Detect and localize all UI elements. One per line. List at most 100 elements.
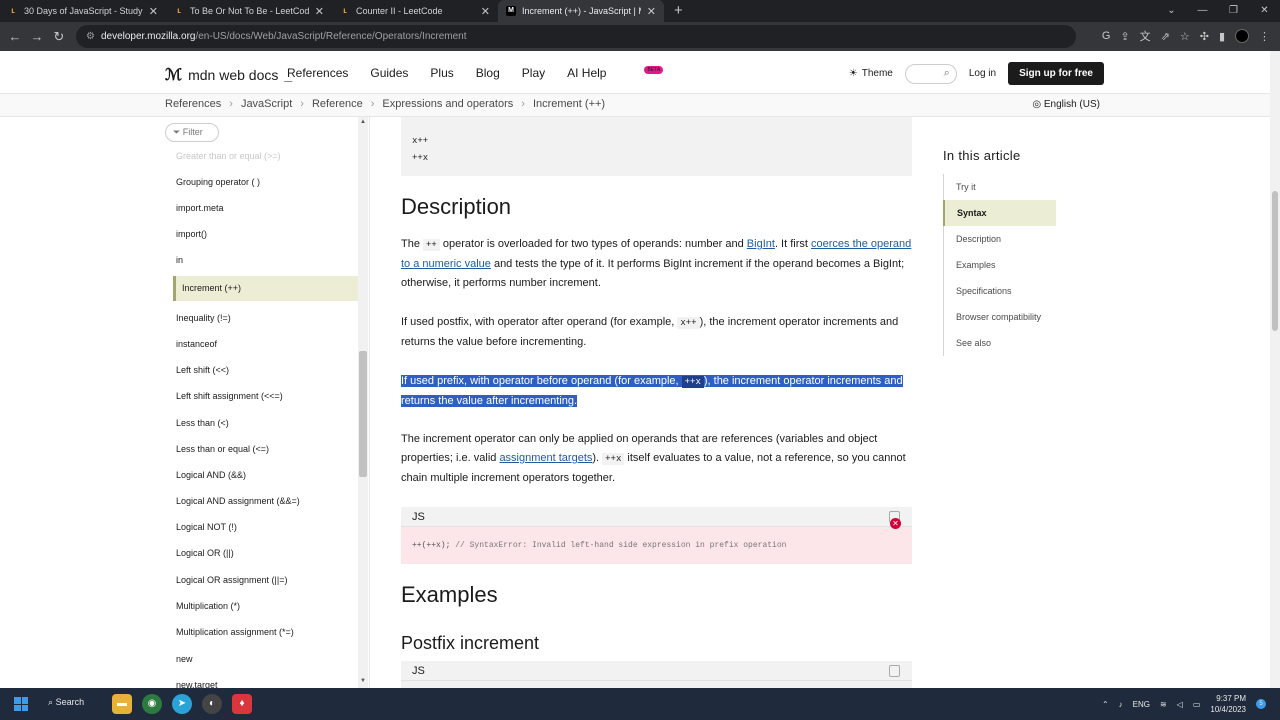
sidebar-item[interactable]: Logical OR assignment (||=) [176, 575, 287, 585]
theme-button[interactable]: ☀ Theme [849, 68, 893, 79]
toc-item[interactable]: Try it [944, 174, 1056, 200]
sidebar-item[interactable]: new [176, 654, 193, 664]
close-tab-icon[interactable]: ✕ [647, 5, 656, 18]
sidebar-item[interactable]: Logical OR (||) [176, 548, 234, 558]
notification-badge[interactable]: 5 [1256, 699, 1266, 709]
bookmark-star-icon[interactable]: ☆ [1180, 30, 1190, 43]
sidebar-item[interactable]: Inequality (!=) [176, 313, 231, 323]
toc-item[interactable]: Description [944, 226, 1056, 252]
sidebar-item[interactable]: import.meta [176, 203, 224, 213]
toc-item[interactable]: See also [944, 330, 1056, 356]
tab-to-be-or-not[interactable]: ʟ To Be Or Not To Be - LeetCode ✕ [166, 0, 332, 22]
sidebar-item[interactable]: Left shift (<<) [176, 365, 229, 375]
share-icon[interactable]: ⇪ [1120, 30, 1129, 43]
copy-icon[interactable] [889, 665, 900, 677]
crumb-references[interactable]: References [165, 98, 221, 110]
crumb-increment[interactable]: Increment (++) [533, 98, 605, 110]
close-tab-icon[interactable]: ✕ [315, 5, 324, 18]
signup-button[interactable]: Sign up for free [1008, 62, 1104, 85]
sidebar-item-active[interactable]: Increment (++) [173, 276, 358, 301]
sidebar-item[interactable]: Logical NOT (!) [176, 522, 237, 532]
translate-icon[interactable]: 文 [1140, 28, 1151, 44]
new-tab-button[interactable]: + [664, 0, 693, 22]
restore-icon[interactable]: ❐ [1218, 0, 1249, 22]
nav-references[interactable]: References [287, 66, 348, 80]
tab-increment-mdn[interactable]: M Increment (++) - JavaScript | MD ✕ [498, 0, 664, 22]
page-scroll-thumb[interactable] [1272, 191, 1278, 331]
taskbar-search[interactable]: ⌕ Search [48, 697, 84, 708]
toc-item-active[interactable]: Syntax [943, 200, 1056, 226]
telegram-icon[interactable]: ➤ [172, 694, 192, 714]
github-desktop-icon[interactable]: ◐ [202, 694, 222, 714]
sidebar-scroll-thumb[interactable] [359, 351, 367, 477]
filter-input[interactable]: ⏷ Filter [165, 123, 219, 142]
search-input[interactable]: ⌕ [904, 63, 957, 84]
forward-icon[interactable]: → [26, 29, 48, 44]
side-panel-icon[interactable]: ▮ [1219, 30, 1225, 43]
assignment-targets-link[interactable]: assignment targets [499, 452, 592, 464]
tab-search-icon[interactable]: ⌄ [1156, 0, 1187, 22]
crumb-reference[interactable]: Reference [312, 98, 363, 110]
sidebar-item[interactable]: import() [176, 229, 207, 239]
mdn-icon: M [506, 6, 516, 16]
chevron-up-icon[interactable]: ⌃ [1102, 700, 1109, 709]
url-input[interactable]: ⚙ developer.mozilla.org/en-US/docs/Web/J… [76, 25, 1076, 48]
sidebar-item[interactable]: Left shift assignment (<<=) [176, 391, 283, 401]
sidebar-item[interactable]: Greater than or equal (>=) [176, 151, 281, 161]
language-selector[interactable]: ◎ English (US) [1032, 99, 1100, 110]
sidebar-item[interactable]: Logical AND (&&) [176, 470, 246, 480]
windows-start-icon[interactable] [14, 697, 28, 711]
sidebar-scrollbar[interactable]: ▲ ▼ [358, 117, 368, 688]
battery-icon[interactable]: ▭ [1193, 700, 1201, 709]
site-info-icon[interactable]: ⚙ [86, 31, 95, 42]
sidebar-item[interactable]: Multiplication assignment (*=) [176, 627, 294, 637]
close-tab-icon[interactable]: ✕ [149, 5, 158, 18]
microphone-icon[interactable]: ♪ [1119, 700, 1123, 709]
error-code: ++(++x); // SyntaxError: Invalid left-ha… [401, 527, 912, 564]
chrome-icon[interactable]: ◉ [142, 694, 162, 714]
sidebar-item[interactable]: Grouping operator ( ) [176, 177, 260, 187]
nav-plus[interactable]: Plus [430, 66, 453, 80]
page-scrollbar[interactable] [1270, 51, 1280, 688]
nav-guides[interactable]: Guides [370, 66, 408, 80]
volume-icon[interactable]: ◁ [1177, 700, 1183, 709]
wifi-icon[interactable]: ≋ [1160, 700, 1167, 709]
bigint-link[interactable]: BigInt [747, 238, 775, 250]
input-language[interactable]: ENG [1133, 700, 1150, 709]
google-icon[interactable]: G [1102, 30, 1111, 42]
extensions-puzzle-icon[interactable]: ✣ [1200, 30, 1209, 43]
tab-study-plan[interactable]: ʟ 30 Days of JavaScript - Study Pl ✕ [0, 0, 166, 22]
sidebar-item[interactable]: instanceof [176, 339, 217, 349]
login-button[interactable]: Log in [969, 68, 996, 79]
nav-blog[interactable]: Blog [476, 66, 500, 80]
toc-item[interactable]: Browser compatibility [944, 304, 1056, 330]
sidebar-item[interactable]: in [176, 255, 183, 265]
sidebar-item[interactable]: Logical AND assignment (&&=) [176, 496, 300, 506]
sidebar-item[interactable]: Less than or equal (<=) [176, 444, 269, 454]
window-controls: ⌄ — ❐ ✕ [1156, 0, 1280, 22]
toc-item[interactable]: Specifications [944, 278, 1056, 304]
nav-ai-help[interactable]: AI Help BETA [567, 66, 669, 80]
scroll-down-icon[interactable]: ▼ [358, 678, 368, 684]
menu-kebab-icon[interactable]: ⋮ [1259, 30, 1270, 43]
toc-item[interactable]: Examples [944, 252, 1056, 278]
profile-avatar[interactable] [1235, 29, 1249, 43]
tab-counter-ii[interactable]: ʟ Counter II - LeetCode ✕ [332, 0, 498, 22]
mdn-logo[interactable]: ℳ mdn web docs _ [165, 65, 292, 84]
scroll-up-icon[interactable]: ▲ [358, 119, 368, 125]
recorder-mic-icon[interactable]: ♦ [232, 694, 252, 714]
nav-play[interactable]: Play [522, 66, 545, 80]
back-icon[interactable]: ← [4, 29, 26, 44]
sidebar-item[interactable]: Less than (<) [176, 418, 229, 428]
clock[interactable]: 9:37 PM 10/4/2023 [1210, 693, 1246, 715]
crumb-javascript[interactable]: JavaScript [241, 98, 292, 110]
close-tab-icon[interactable]: ✕ [481, 5, 490, 18]
minimize-icon[interactable]: — [1187, 0, 1218, 22]
crumb-expressions[interactable]: Expressions and operators [382, 98, 513, 110]
sidebar-item[interactable]: Multiplication (*) [176, 601, 240, 611]
close-window-icon[interactable]: ✕ [1249, 0, 1280, 22]
sidebar-item[interactable]: new.target [176, 680, 218, 688]
reload-icon[interactable]: ↻ [48, 29, 70, 45]
file-explorer-icon[interactable]: ▬ [112, 694, 132, 714]
send-icon[interactable]: ⇗ [1161, 30, 1170, 43]
